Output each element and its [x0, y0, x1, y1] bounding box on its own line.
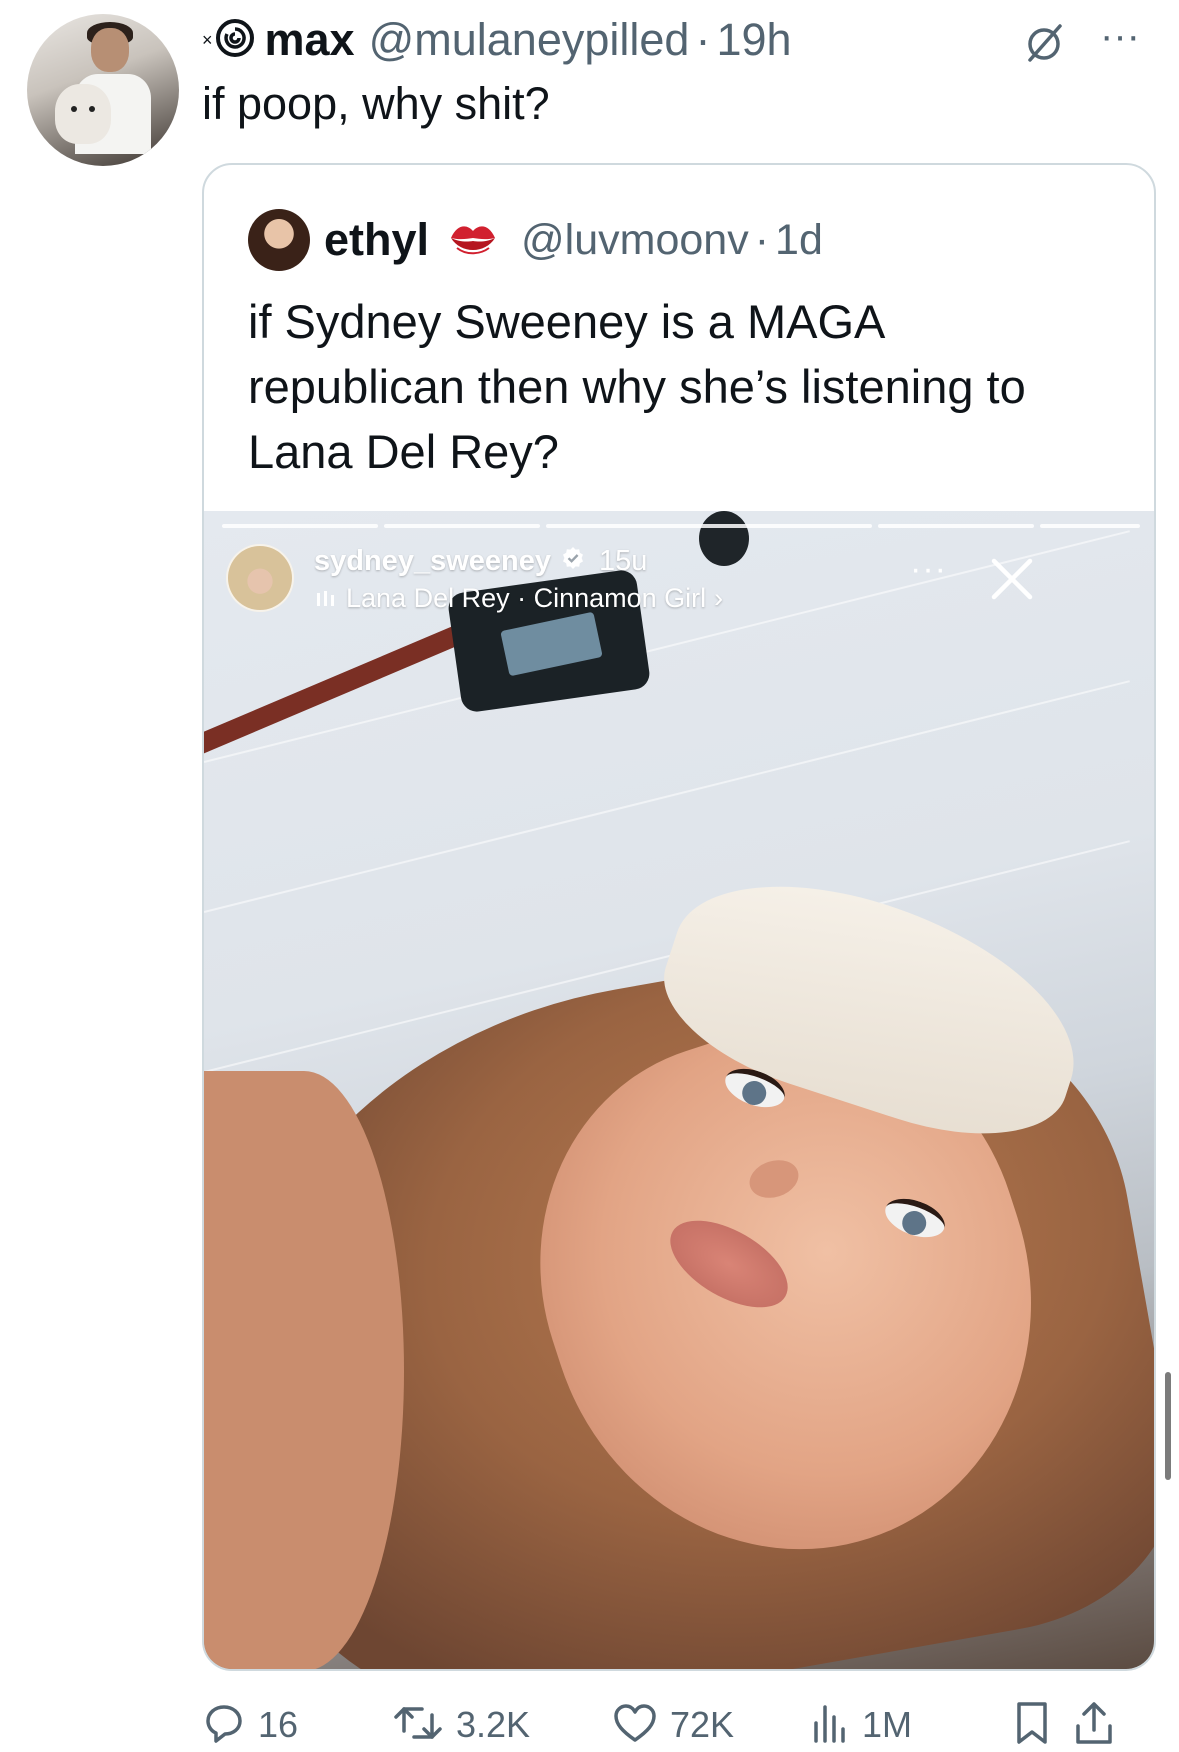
quote-text-line: republican then why she’s listening to: [248, 360, 1026, 413]
lamp-pole: [204, 624, 465, 761]
spiral-icon: [215, 18, 255, 63]
reply-icon: [202, 1701, 246, 1750]
like-button[interactable]: 72K: [612, 1700, 734, 1750]
story-header: sydney_sweeney 15u: [314, 545, 647, 578]
quote-text-line: if Sydney Sweeney is a MAGA: [248, 295, 886, 348]
avatar-dog-eye: [71, 106, 77, 112]
story-age: 15u: [598, 545, 648, 577]
story-more-icon[interactable]: ···: [910, 552, 947, 586]
tweet-text: if poop, why shit?: [202, 78, 550, 129]
story-image[interactable]: sydney_sweeney 15u Lana Del Rey · Cinnam…: [204, 511, 1154, 1669]
verified-icon: [561, 545, 585, 578]
reply-count: 16: [258, 1704, 299, 1745]
header-separator: ·: [695, 14, 711, 65]
retweet-count: 3.2K: [456, 1704, 531, 1745]
story-progress-segment: [878, 524, 1034, 528]
story-music[interactable]: Lana Del Rey · Cinnamon Girl ›: [316, 583, 723, 614]
quote-tweet-card[interactable]: ethyl @luvmoonv · 1d if Sydney Sweeney i…: [202, 163, 1156, 1671]
views-icon: [810, 1701, 850, 1750]
bookmark-icon: [1012, 1700, 1052, 1751]
story-music-label: Lana Del Rey · Cinnamon Girl: [346, 583, 707, 613]
shoulder: [204, 1071, 404, 1669]
like-icon: [612, 1701, 658, 1750]
story-avatar[interactable]: [226, 544, 294, 612]
quote-text-line: Lana Del Rey?: [248, 425, 559, 478]
story-progress-segment: [384, 524, 540, 528]
retweet-icon: [392, 1701, 444, 1750]
lips-emoji-icon: [447, 218, 499, 263]
close-icon[interactable]: [988, 555, 1036, 608]
quote-author-handle[interactable]: @luvmoonv: [521, 216, 749, 265]
tweet-time[interactable]: 19h: [716, 14, 791, 66]
music-bars-icon: [316, 583, 336, 614]
scrollbar-thumb[interactable]: [1165, 1372, 1171, 1480]
story-progress-segment: [1040, 524, 1140, 528]
story-progress-segment: [222, 524, 378, 528]
lamp-top: [699, 511, 749, 566]
share-button[interactable]: [1072, 1700, 1116, 1750]
ceiling-panel-line: [204, 680, 1130, 913]
reply-button[interactable]: 16: [202, 1700, 298, 1750]
like-count: 72K: [670, 1704, 735, 1745]
views-button[interactable]: 1M: [810, 1700, 912, 1750]
story-username[interactable]: sydney_sweeney: [314, 545, 551, 578]
author-handle[interactable]: @mulaneypilled: [369, 14, 690, 66]
tweet-header: × max @mulaneypilled · 19h: [202, 14, 792, 66]
grok-icon[interactable]: [1022, 20, 1066, 69]
quote-header: ethyl @luvmoonv · 1d: [324, 205, 823, 275]
share-icon: [1072, 1700, 1116, 1751]
avatar-head: [91, 28, 129, 72]
author-name[interactable]: max: [265, 14, 355, 66]
chevron-right-icon: ›: [714, 583, 724, 613]
retweet-button[interactable]: 3.2K: [392, 1700, 530, 1750]
quote-author-avatar[interactable]: [248, 209, 310, 271]
bookmark-button[interactable]: [1012, 1700, 1052, 1750]
views-count: 1M: [862, 1704, 913, 1745]
quote-author-name[interactable]: ethyl: [324, 214, 429, 266]
avatar-dog-eye: [89, 106, 95, 112]
more-icon[interactable]: ···: [1100, 16, 1140, 56]
author-avatar[interactable]: [27, 14, 179, 166]
avatar-dog: [55, 84, 111, 144]
quote-text: if Sydney Sweeney is a MAGA republican t…: [248, 289, 1128, 484]
story-progress-segment: [546, 524, 872, 528]
name-prefix-mark: ×: [202, 29, 213, 50]
quote-header-separator: ·: [754, 215, 770, 264]
quote-time[interactable]: 1d: [775, 216, 823, 265]
